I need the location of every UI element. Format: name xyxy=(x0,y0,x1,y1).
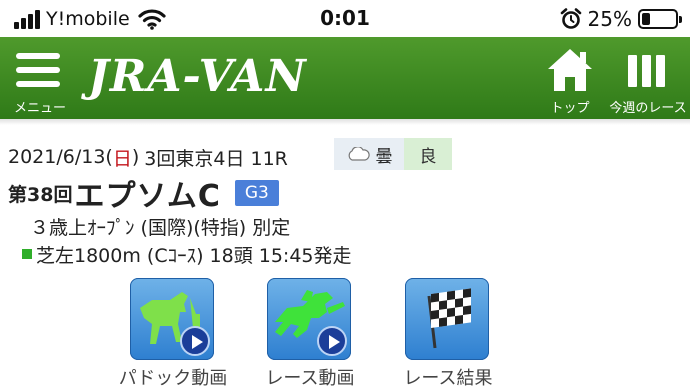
checkered-flag-icon xyxy=(427,288,471,349)
status-right: 25% xyxy=(560,6,682,32)
race-course: 芝左1800m (Cｺｰｽ) 18頭 15:45発走 xyxy=(36,244,352,267)
home-icon xyxy=(548,49,592,91)
play-icon xyxy=(180,326,210,356)
race-title: 第38回 エプソムC G3 xyxy=(8,174,279,214)
race-date: 2021/6/13( xyxy=(8,146,113,168)
race-day: 日 xyxy=(112,147,132,170)
paddock-video-label: パドック動画 xyxy=(118,368,228,388)
turf-marker-icon xyxy=(22,249,32,259)
race-result-label: レース結果 xyxy=(403,368,493,388)
battery-fill xyxy=(642,13,650,25)
battery-icon xyxy=(638,9,682,29)
race-video-icon xyxy=(267,278,351,360)
jra-van-logo: JRA-VAN xyxy=(88,51,307,102)
menu-label: メニュー xyxy=(13,101,66,116)
top-button[interactable]: トップ xyxy=(540,41,600,116)
race-result-icon xyxy=(405,278,489,360)
weather-text: 曇 xyxy=(375,146,393,167)
paddock-video-button[interactable]: パドック動画 xyxy=(108,278,238,388)
race-date-close: ) xyxy=(131,146,140,168)
race-video-label: レース動画 xyxy=(265,368,355,388)
header-shadow xyxy=(0,119,690,125)
play-icon xyxy=(317,326,347,356)
top-label: トップ xyxy=(550,101,590,116)
weather-badge: 曇 xyxy=(334,138,404,170)
battery-percent: 25% xyxy=(587,7,632,31)
columns-icon xyxy=(628,55,665,87)
race-result-button[interactable]: レース結果 xyxy=(383,278,513,388)
status-bar: Y!mobile 0:01 25% xyxy=(0,0,690,37)
menu-button[interactable]: メニュー xyxy=(8,41,72,116)
race-meeting: 3回東京4日 11R xyxy=(144,147,288,170)
race-name: エプソムC xyxy=(74,179,221,214)
cloud-icon xyxy=(348,147,370,161)
alarm-icon xyxy=(560,8,581,29)
race-course-line: 芝左1800m (Cｺｰｽ) 18頭 15:45発走 xyxy=(22,240,352,268)
paddock-video-icon xyxy=(130,278,214,360)
race-edition: 第38回 xyxy=(8,183,73,206)
battery-tip xyxy=(679,16,682,23)
hamburger-icon xyxy=(16,53,60,89)
race-video-button[interactable]: レース動画 xyxy=(245,278,375,388)
race-date-line: 2021/6/13(日) 3回東京4日 11R xyxy=(8,142,288,172)
this-week-races-button[interactable]: 今週のレース xyxy=(606,41,690,116)
grade-badge: G3 xyxy=(234,180,279,206)
going-badge: 良 xyxy=(404,138,452,170)
race-conditions: ３歳上ｵｰﾌﾟﾝ (国際)(特指) 別定 xyxy=(30,216,291,239)
app-header: メニュー JRA-VAN トップ 今週のレース xyxy=(0,37,690,119)
week-label: 今週のレース xyxy=(609,101,687,116)
